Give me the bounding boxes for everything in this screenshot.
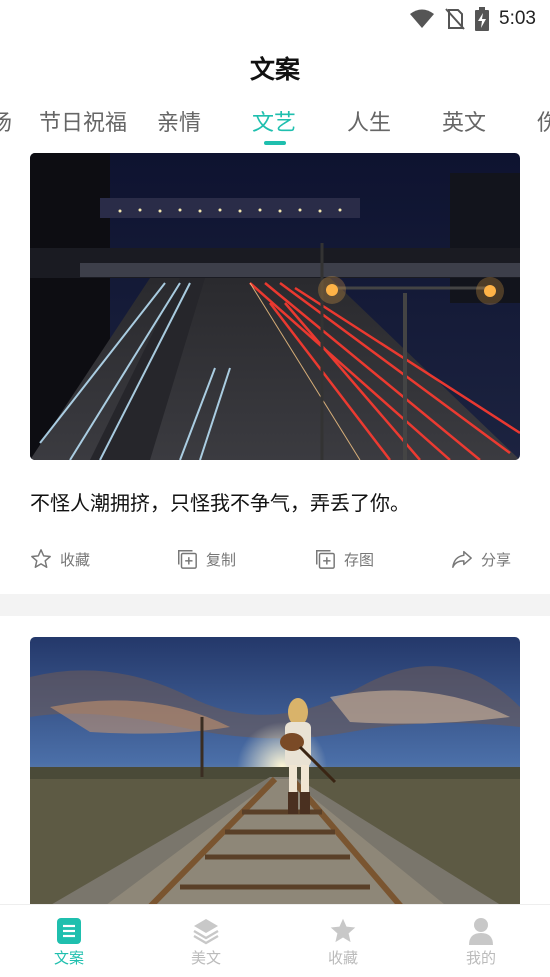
page-title: 文案 <box>249 55 300 84</box>
category-tabs: 场 节日祝福 亲情 文艺 人生 英文 伤 <box>0 104 550 148</box>
nav-item-favorites[interactable]: 收藏 <box>303 917 383 968</box>
person-icon <box>469 918 493 945</box>
copy-button[interactable]: 复制 <box>176 544 236 574</box>
star-outline-icon <box>31 549 51 568</box>
copy-icon <box>178 550 197 569</box>
nav-item-copywriting[interactable]: 文案 <box>29 917 109 968</box>
share-button[interactable]: 分享 <box>451 544 511 574</box>
status-bar: 5:03 <box>0 0 550 38</box>
active-tab-indicator <box>264 141 286 145</box>
tab-partial-left[interactable]: 场 <box>0 104 12 144</box>
card-divider <box>0 594 550 616</box>
favorite-button[interactable]: 收藏 <box>30 544 90 574</box>
tab-life[interactable]: 人生 <box>347 104 391 144</box>
tab-festival-wishes[interactable]: 节日祝福 <box>39 104 127 144</box>
share-label: 分享 <box>481 550 512 569</box>
bottom-navigation: 文案 美文 收藏 我的 <box>0 904 550 977</box>
save-image-icon <box>316 550 335 569</box>
nav-item-mine[interactable]: 我的 <box>441 917 521 968</box>
night-highway-photo <box>30 153 520 460</box>
tab-literary[interactable]: 文艺 <box>252 104 296 144</box>
nav-item-articles[interactable]: 美文 <box>166 917 246 968</box>
share-icon <box>452 550 472 568</box>
card-action-bar: 收藏 复制 存图 分享 <box>0 544 550 574</box>
card-image-highway[interactable] <box>30 153 520 460</box>
nav-label-copywriting: 文案 <box>53 949 84 967</box>
card-quote-text[interactable]: 不怪人潮拥挤，只怪我不争气，弄丢了你。 <box>30 487 410 516</box>
tab-english[interactable]: 英文 <box>442 104 486 144</box>
save-image-button[interactable]: 存图 <box>314 544 374 574</box>
no-sim-icon <box>445 8 465 30</box>
tab-family[interactable]: 亲情 <box>157 104 201 144</box>
nav-label-mine: 我的 <box>465 949 496 967</box>
tab-partial-right[interactable]: 伤 <box>537 104 550 144</box>
status-time: 5:03 <box>499 8 536 29</box>
star-icon <box>330 918 356 943</box>
status-icons: 5:03 <box>409 6 536 32</box>
railway-guitar-girl-photo <box>30 637 520 917</box>
layers-icon <box>193 919 219 945</box>
nav-label-articles: 美文 <box>190 949 221 967</box>
copy-label: 复制 <box>206 550 237 569</box>
document-icon <box>57 918 81 944</box>
save-image-label: 存图 <box>344 550 375 569</box>
card-image-railway[interactable] <box>30 637 520 917</box>
wifi-icon <box>410 9 435 28</box>
favorite-label: 收藏 <box>60 550 91 569</box>
nav-label-favorites: 收藏 <box>327 949 358 967</box>
battery-charging-icon <box>475 7 490 31</box>
